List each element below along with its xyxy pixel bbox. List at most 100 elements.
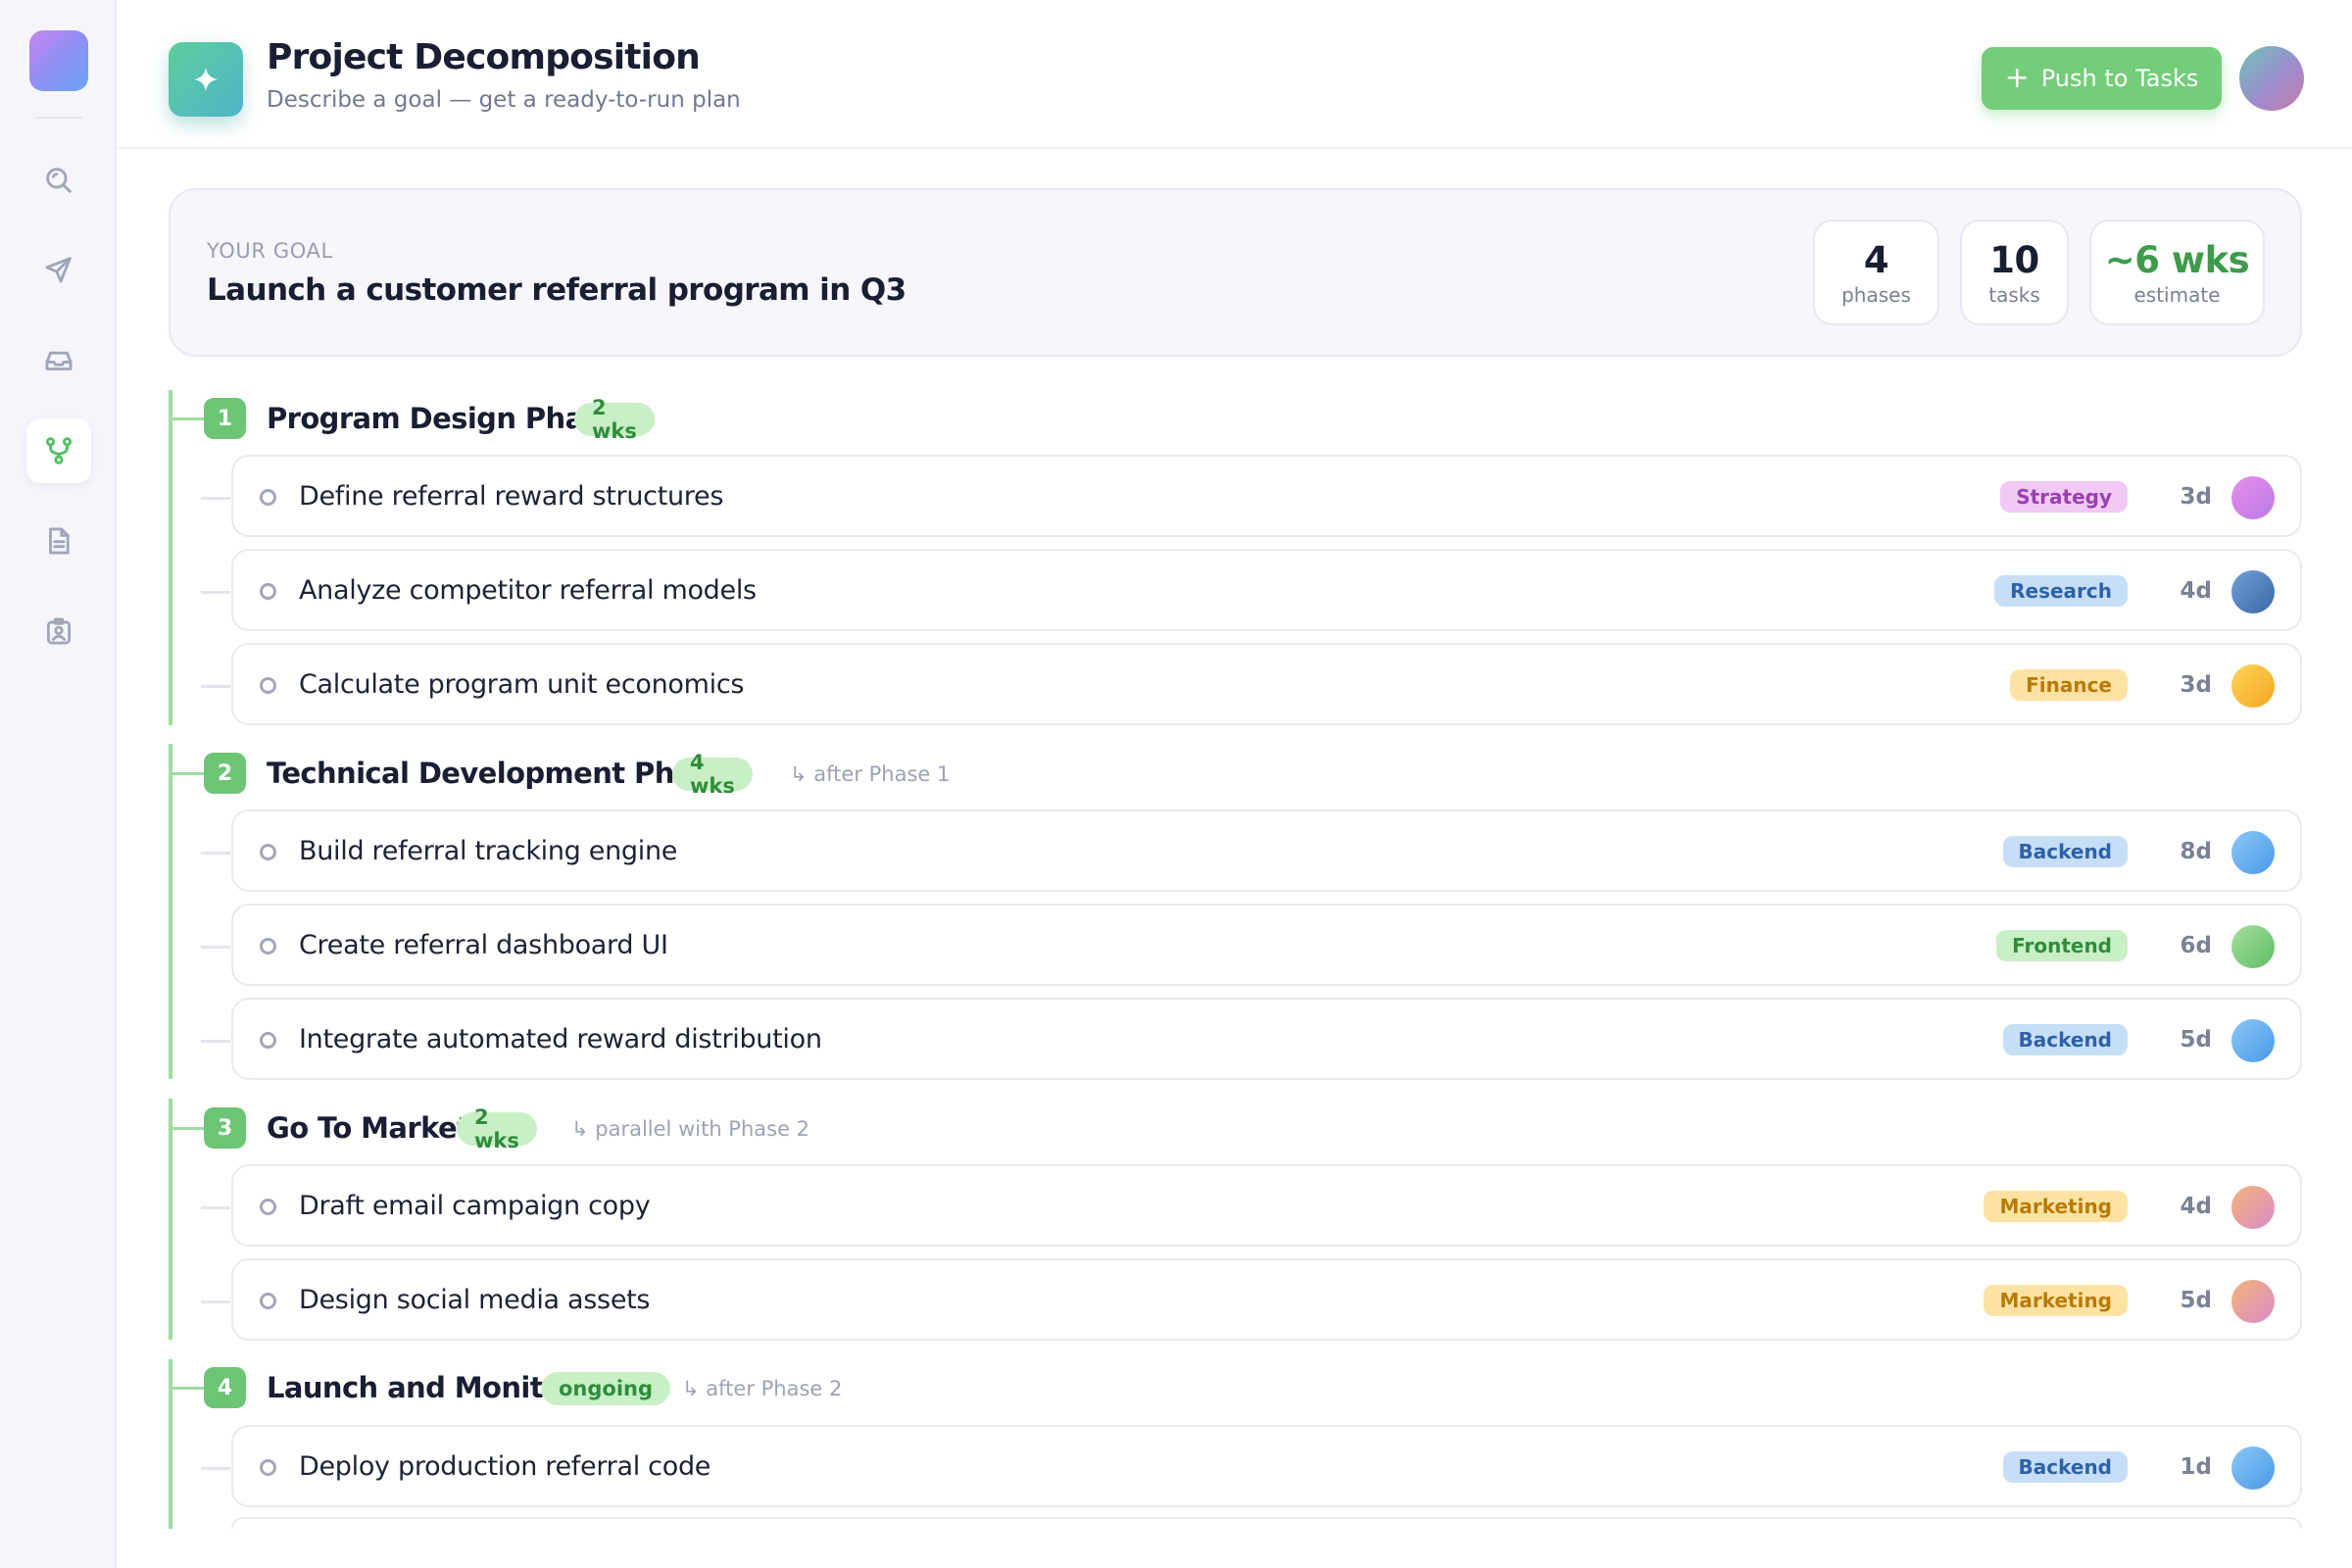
task-connector bbox=[201, 497, 230, 500]
phase-rail bbox=[169, 390, 172, 725]
phase-connector bbox=[169, 1387, 204, 1390]
page-header: Project Decomposition Describe a goal — … bbox=[119, 0, 2352, 149]
assignee-avatar[interactable] bbox=[2231, 570, 2275, 613]
phase-title: Technical Development Phase bbox=[267, 757, 728, 790]
phase-duration-badge: 2 wks bbox=[574, 396, 655, 443]
stat-phases: 4 phases bbox=[1813, 220, 1939, 325]
app-logo[interactable] bbox=[29, 30, 88, 91]
task-row[interactable]: Deploy production referral code Backend … bbox=[201, 1425, 2302, 1507]
stat-tasks: 10 tasks bbox=[1960, 220, 2069, 325]
goal-label: YOUR GOAL bbox=[207, 239, 333, 263]
phase-connector bbox=[169, 1127, 204, 1130]
page-title: Project Decomposition bbox=[267, 37, 701, 77]
task-estimate: 4d bbox=[2180, 578, 2212, 604]
stat-value: ~6 wks bbox=[2104, 239, 2250, 281]
task-title: Analyze competitor referral models bbox=[299, 575, 757, 606]
task-row[interactable]: Calculate program unit economics Finance… bbox=[201, 643, 2302, 725]
page-subtitle: Describe a goal — get a ready-to-run pla… bbox=[267, 87, 741, 113]
send-icon bbox=[45, 257, 72, 283]
task-estimate: 1d bbox=[2180, 1454, 2212, 1480]
assignee-avatar[interactable] bbox=[2231, 925, 2275, 968]
phase-rail bbox=[169, 744, 172, 1079]
phase-number: 2 bbox=[204, 753, 246, 794]
task-title: Create referral dashboard UI bbox=[299, 930, 668, 960]
task-row[interactable]: Analyze competitor referral models Resea… bbox=[201, 549, 2302, 631]
task-estimate: 8d bbox=[2180, 839, 2212, 864]
phase-connector bbox=[169, 772, 204, 775]
phase-connector bbox=[169, 417, 204, 420]
task-title: Draft email campaign copy bbox=[299, 1191, 651, 1221]
task-connector bbox=[201, 685, 230, 688]
phase-duration-badge: ongoing bbox=[541, 1372, 671, 1405]
phase-title: Launch and Monitor bbox=[267, 1371, 576, 1404]
sidebar-divider bbox=[35, 117, 82, 119]
phase-title: Program Design Phase bbox=[267, 402, 619, 435]
task-row[interactable]: Create referral dashboard UI Frontend 6d bbox=[201, 904, 2302, 986]
stat-label: estimate bbox=[2133, 283, 2221, 307]
task-tag: Finance bbox=[2010, 669, 2128, 701]
task-tag: Research bbox=[1994, 575, 2128, 607]
id-badge-icon bbox=[46, 617, 72, 645]
task-status-checkbox[interactable] bbox=[260, 489, 276, 506]
assignee-avatar[interactable] bbox=[2231, 1280, 2275, 1323]
sidebar-item-send[interactable] bbox=[26, 237, 91, 302]
phase-dependency: ↳ parallel with Phase 2 bbox=[571, 1117, 810, 1141]
sidebar-item-team[interactable] bbox=[26, 599, 91, 663]
sidebar-item-inbox[interactable] bbox=[26, 328, 91, 393]
goal-text: Launch a customer referral program in Q3 bbox=[207, 272, 906, 308]
stat-estimate: ~6 wks estimate bbox=[2089, 220, 2265, 325]
task-row[interactable]: Draft email campaign copy Marketing 4d bbox=[201, 1164, 2302, 1247]
task-status-checkbox[interactable] bbox=[260, 677, 276, 694]
task-status-checkbox[interactable] bbox=[260, 1199, 276, 1215]
push-to-tasks-label: Push to Tasks bbox=[2040, 65, 2199, 92]
task-status-checkbox[interactable] bbox=[260, 1293, 276, 1309]
sidebar-item-search[interactable] bbox=[26, 148, 91, 213]
task-estimate: 6d bbox=[2180, 933, 2212, 958]
assignee-avatar[interactable] bbox=[2231, 664, 2275, 708]
plus-icon: + bbox=[2004, 61, 2030, 95]
assignee-avatar[interactable] bbox=[2231, 831, 2275, 874]
task-connector bbox=[201, 946, 230, 949]
task-status-checkbox[interactable] bbox=[260, 583, 276, 600]
task-tag: Frontend bbox=[1996, 930, 2128, 961]
inbox-icon bbox=[45, 351, 73, 370]
task-status-checkbox[interactable] bbox=[260, 844, 276, 860]
phase-number: 1 bbox=[204, 398, 246, 439]
phase-dependency: ↳ after Phase 2 bbox=[682, 1377, 843, 1400]
sidebar bbox=[0, 0, 117, 1568]
task-tag: Marketing bbox=[1984, 1285, 2128, 1316]
assignee-avatar[interactable] bbox=[2231, 1186, 2275, 1229]
stat-value: 10 bbox=[1989, 239, 2039, 281]
task-connector bbox=[201, 1300, 230, 1303]
task-title: Calculate program unit economics bbox=[299, 669, 745, 700]
task-tag: Strategy bbox=[2000, 481, 2128, 513]
task-title: Deploy production referral code bbox=[299, 1451, 711, 1482]
assignee-avatar[interactable] bbox=[2231, 1446, 2275, 1490]
phase-number: 4 bbox=[204, 1367, 246, 1408]
task-connector bbox=[201, 591, 230, 594]
stat-label: tasks bbox=[1988, 283, 2040, 307]
phase-rail bbox=[169, 1099, 172, 1340]
phase-title: Go To Market bbox=[267, 1111, 470, 1145]
user-avatar[interactable] bbox=[2239, 46, 2304, 111]
task-row[interactable]: Integrate automated reward distribution … bbox=[201, 998, 2302, 1080]
task-estimate: 4d bbox=[2180, 1194, 2212, 1219]
phase-rail bbox=[169, 1359, 172, 1529]
task-row[interactable]: Build referral tracking engine Backend 8… bbox=[201, 809, 2302, 892]
sidebar-item-decomposition[interactable] bbox=[26, 418, 91, 483]
assignee-avatar[interactable] bbox=[2231, 476, 2275, 519]
task-connector bbox=[201, 1206, 230, 1209]
task-status-checkbox[interactable] bbox=[260, 938, 276, 955]
sparkle-icon bbox=[169, 42, 243, 117]
sidebar-item-documents[interactable] bbox=[26, 509, 91, 573]
task-connector bbox=[201, 852, 230, 855]
task-row[interactable]: Design social media assets Marketing 5d bbox=[201, 1258, 2302, 1341]
task-status-checkbox[interactable] bbox=[260, 1032, 276, 1049]
task-row[interactable]: Define referral reward structures Strate… bbox=[201, 455, 2302, 537]
task-estimate: 5d bbox=[2180, 1027, 2212, 1053]
goal-card: YOUR GOAL Launch a customer referral pro… bbox=[169, 188, 2302, 357]
task-row-clipped bbox=[231, 1517, 2302, 1529]
task-status-checkbox[interactable] bbox=[260, 1459, 276, 1476]
assignee-avatar[interactable] bbox=[2231, 1019, 2275, 1062]
push-to-tasks-button[interactable]: + Push to Tasks bbox=[1982, 47, 2222, 110]
